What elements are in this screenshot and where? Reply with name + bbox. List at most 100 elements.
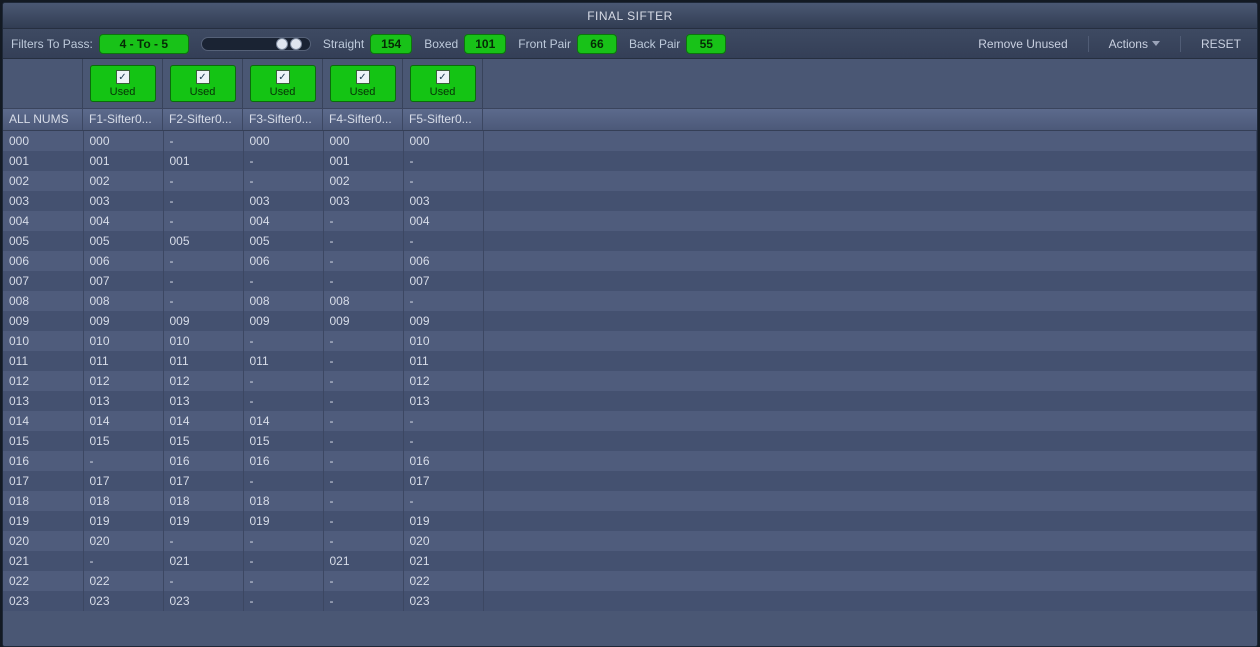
used-label: Used xyxy=(190,86,216,98)
cell-filter: - xyxy=(243,171,323,191)
table-row[interactable]: 010010010--010 xyxy=(3,331,1257,351)
cell-filter: 009 xyxy=(83,311,163,331)
cell-allnums: 018 xyxy=(3,491,83,511)
cell-allnums: 008 xyxy=(3,291,83,311)
column-header-filter[interactable]: F1-Sifter0... xyxy=(83,109,163,130)
used-toggle[interactable]: ✓Used xyxy=(410,65,476,102)
panel-title: FINAL SIFTER xyxy=(3,3,1257,29)
cell-filter: - xyxy=(323,351,403,371)
used-header-row: ✓Used✓Used✓Used✓Used✓Used xyxy=(3,59,1257,109)
used-toggle[interactable]: ✓Used xyxy=(250,65,316,102)
used-header-cell: ✓Used xyxy=(323,59,403,108)
column-header-filter[interactable]: F2-Sifter0... xyxy=(163,109,243,130)
cell-empty xyxy=(483,491,1257,511)
cell-allnums: 023 xyxy=(3,591,83,611)
cell-filter: 018 xyxy=(83,491,163,511)
cell-filter: 009 xyxy=(323,311,403,331)
table-row[interactable]: 013013013--013 xyxy=(3,391,1257,411)
table-row[interactable]: 023023023--023 xyxy=(3,591,1257,611)
cell-filter: - xyxy=(163,171,243,191)
cell-filter: - xyxy=(323,451,403,471)
table-row[interactable]: 015015015015-- xyxy=(3,431,1257,451)
cell-filter: 011 xyxy=(83,351,163,371)
table-row[interactable]: 006006-006-006 xyxy=(3,251,1257,271)
cell-filter: 012 xyxy=(403,371,483,391)
range-slider-thumb-high[interactable] xyxy=(290,38,302,50)
table-row[interactable]: 004004-004-004 xyxy=(3,211,1257,231)
front-pair-value: 66 xyxy=(577,34,617,54)
cell-filter: - xyxy=(163,271,243,291)
cell-filter: 004 xyxy=(403,211,483,231)
actions-dropdown[interactable]: Actions xyxy=(1101,35,1168,53)
data-scroll-area[interactable]: 000000-000000000001001001-001-002002--00… xyxy=(3,131,1257,646)
table-row[interactable]: 003003-003003003 xyxy=(3,191,1257,211)
table-row[interactable]: 009009009009009009 xyxy=(3,311,1257,331)
straight-label: Straight xyxy=(323,37,364,51)
cell-allnums: 004 xyxy=(3,211,83,231)
reset-button[interactable]: RESET xyxy=(1193,35,1249,53)
table-row[interactable]: 022022---022 xyxy=(3,571,1257,591)
column-header-filter[interactable]: F4-Sifter0... xyxy=(323,109,403,130)
checkbox-icon: ✓ xyxy=(276,70,290,84)
cell-empty xyxy=(483,231,1257,251)
cell-empty xyxy=(483,591,1257,611)
actions-label: Actions xyxy=(1109,37,1148,51)
table-row[interactable]: 017017017--017 xyxy=(3,471,1257,491)
cell-allnums: 007 xyxy=(3,271,83,291)
table-row[interactable]: 020020---020 xyxy=(3,531,1257,551)
cell-filter: - xyxy=(323,331,403,351)
cell-filter: 011 xyxy=(163,351,243,371)
cell-filter: 013 xyxy=(163,391,243,411)
table-row[interactable]: 002002--002- xyxy=(3,171,1257,191)
cell-filter: 005 xyxy=(243,231,323,251)
cell-empty xyxy=(483,471,1257,491)
table-row[interactable]: 005005005005-- xyxy=(3,231,1257,251)
cell-filter: 009 xyxy=(403,311,483,331)
cell-filter: - xyxy=(243,331,323,351)
front-pair-label: Front Pair xyxy=(518,37,571,51)
table-row[interactable]: 007007---007 xyxy=(3,271,1257,291)
used-toggle[interactable]: ✓Used xyxy=(90,65,156,102)
column-header-filter[interactable]: F5-Sifter0... xyxy=(403,109,483,130)
cell-allnums: 006 xyxy=(3,251,83,271)
table-row[interactable]: 001001001-001- xyxy=(3,151,1257,171)
cell-filter: 020 xyxy=(403,531,483,551)
remove-unused-button[interactable]: Remove Unused xyxy=(970,35,1075,53)
column-header-allnums[interactable]: ALL NUMS xyxy=(3,109,83,130)
used-toggle[interactable]: ✓Used xyxy=(170,65,236,102)
cell-filter: 006 xyxy=(243,251,323,271)
table-row[interactable]: 018018018018-- xyxy=(3,491,1257,511)
cell-filter: - xyxy=(323,271,403,291)
table-row[interactable]: 011011011011-011 xyxy=(3,351,1257,371)
column-header-filter[interactable]: F3-Sifter0... xyxy=(243,109,323,130)
cell-filter: 007 xyxy=(403,271,483,291)
cell-empty xyxy=(483,331,1257,351)
cell-filter: 006 xyxy=(403,251,483,271)
toolbar: Filters To Pass: 4 - To - 5 Straight 154… xyxy=(3,29,1257,59)
range-slider[interactable] xyxy=(201,37,311,51)
filters-to-pass-value[interactable]: 4 - To - 5 xyxy=(99,34,189,54)
used-toggle[interactable]: ✓Used xyxy=(330,65,396,102)
cell-allnums: 014 xyxy=(3,411,83,431)
cell-filter: 011 xyxy=(403,351,483,371)
cell-filter: - xyxy=(163,531,243,551)
table-row[interactable]: 014014014014-- xyxy=(3,411,1257,431)
cell-filter: - xyxy=(323,231,403,251)
table-row[interactable]: 021-021-021021 xyxy=(3,551,1257,571)
cell-empty xyxy=(483,151,1257,171)
table-row[interactable]: 008008-008008- xyxy=(3,291,1257,311)
table-row[interactable]: 000000-000000000 xyxy=(3,131,1257,151)
cell-empty xyxy=(483,211,1257,231)
cell-filter: - xyxy=(323,371,403,391)
range-slider-thumb-low[interactable] xyxy=(276,38,288,50)
table-row[interactable]: 016-016016-016 xyxy=(3,451,1257,471)
cell-filter: 002 xyxy=(83,171,163,191)
cell-allnums: 019 xyxy=(3,511,83,531)
table-row[interactable]: 012012012--012 xyxy=(3,371,1257,391)
table-row[interactable]: 019019019019-019 xyxy=(3,511,1257,531)
cell-allnums: 016 xyxy=(3,451,83,471)
cell-filter: - xyxy=(403,491,483,511)
cell-filter: - xyxy=(323,251,403,271)
cell-filter: - xyxy=(403,291,483,311)
cell-allnums: 022 xyxy=(3,571,83,591)
